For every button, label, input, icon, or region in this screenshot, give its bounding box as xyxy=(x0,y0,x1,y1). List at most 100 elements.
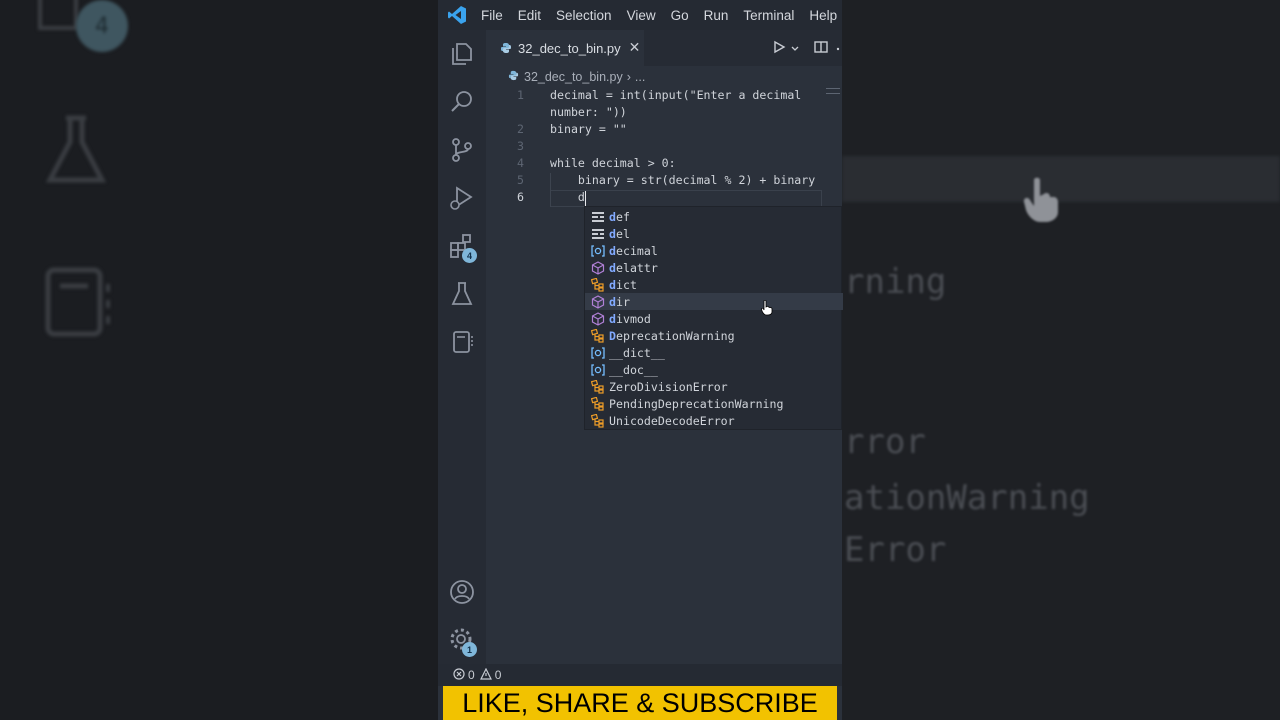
source-control-icon[interactable] xyxy=(448,136,476,164)
suggestion-rest: ivmod xyxy=(615,311,651,326)
notebook-icon[interactable] xyxy=(448,328,476,356)
suggestion-match: d xyxy=(609,226,616,241)
variable-kind-icon xyxy=(590,346,606,360)
suggestion-item[interactable]: decimal xyxy=(585,242,843,259)
class-kind-icon xyxy=(590,277,606,292)
error-icon[interactable] xyxy=(453,667,465,683)
error-count[interactable]: 0 xyxy=(468,668,475,682)
class-kind-icon xyxy=(590,328,606,343)
background-right: rning rror ationWarning Error xyxy=(842,0,1280,720)
python-file-icon xyxy=(500,39,512,58)
code-line-1b: number: ")) xyxy=(550,105,627,119)
suggestion-item[interactable]: ZeroDivisionError xyxy=(585,378,843,395)
mouse-hand-cursor-icon xyxy=(761,299,773,320)
suggestion-label: delattr xyxy=(609,261,658,275)
warning-icon[interactable] xyxy=(479,667,492,683)
suggestion-rest: el xyxy=(615,226,630,241)
variable-kind-icon xyxy=(590,363,606,377)
menu-go[interactable]: Go xyxy=(671,8,689,23)
suggestion-label: ZeroDivisionError xyxy=(609,380,728,394)
suggestion-rest: ir xyxy=(615,294,630,309)
suggestion-item[interactable]: PendingDeprecationWarning xyxy=(585,395,843,412)
suggestion-label: dir xyxy=(609,295,630,309)
suggestion-match: d xyxy=(609,277,616,292)
settings-gear-icon[interactable]: 1 xyxy=(448,626,477,657)
extensions-badge: 4 xyxy=(462,248,477,263)
suggestion-item[interactable]: __dict__ xyxy=(585,344,843,361)
suggestion-label: def xyxy=(609,210,630,224)
explorer-icon[interactable] xyxy=(448,40,476,68)
tab-filename: 32_dec_to_bin.py xyxy=(518,40,621,56)
tab-close-icon[interactable]: ✕ xyxy=(629,40,641,56)
background-left: 4 xyxy=(0,0,438,720)
menu-edit[interactable]: Edit xyxy=(518,8,541,23)
menu-run[interactable]: Run xyxy=(704,8,729,23)
suggestion-item[interactable]: del xyxy=(585,225,843,242)
bg-text-3: ationWarning xyxy=(844,478,1090,518)
bg-text-4: Error xyxy=(844,530,947,570)
warning-count[interactable]: 0 xyxy=(495,668,502,682)
menu-help[interactable]: Help xyxy=(809,8,837,23)
settings-badge: 1 xyxy=(462,642,477,657)
suggestion-item[interactable]: UnicodeDecodeError xyxy=(585,412,843,429)
menu-file[interactable]: File xyxy=(481,8,503,23)
keyword-kind-icon xyxy=(590,227,606,241)
suggestion-item[interactable]: def xyxy=(585,208,843,225)
account-icon[interactable] xyxy=(448,578,476,606)
extensions-icon[interactable]: 4 xyxy=(448,232,477,263)
suggestion-match: d xyxy=(609,311,616,326)
bg-hand-cursor-icon xyxy=(1022,176,1062,228)
suggestion-item[interactable]: __doc__ xyxy=(585,361,843,378)
split-editor-icon[interactable] xyxy=(814,39,828,58)
function-kind-icon xyxy=(590,260,606,275)
menu-bar: File Edit Selection View Go Run Terminal… xyxy=(481,8,842,23)
menu-view[interactable]: View xyxy=(627,8,656,23)
suggestion-rest: ecimal xyxy=(615,243,658,258)
tab-active-file[interactable]: 32_dec_to_bin.py ✕ xyxy=(486,30,644,66)
breadcrumb: 32_dec_to_bin.py › ... xyxy=(508,68,645,86)
bg-beaker-icon xyxy=(44,114,108,192)
suggestion-label: UnicodeDecodeError xyxy=(609,414,735,428)
code-line-4: while decimal > 0: xyxy=(550,156,676,170)
activity-bar: 4 1 xyxy=(438,30,486,664)
bg-notebook-icon xyxy=(44,266,114,344)
run-debug-icon[interactable] xyxy=(448,184,476,212)
suggestion-rest: ZeroDivisionError xyxy=(609,379,728,394)
search-icon[interactable] xyxy=(448,88,476,116)
breadcrumb-separator: › xyxy=(626,70,631,84)
run-file-play-icon[interactable] xyxy=(772,39,786,58)
more-actions-icon[interactable] xyxy=(836,39,842,58)
class-kind-icon xyxy=(590,379,606,394)
suggestion-rest: ef xyxy=(615,209,630,224)
menu-terminal[interactable]: Terminal xyxy=(743,8,794,23)
menu-selection[interactable]: Selection xyxy=(556,8,612,23)
function-kind-icon xyxy=(590,294,606,309)
code-text: number: ")) xyxy=(550,105,627,119)
run-dropdown-chevron-icon[interactable] xyxy=(790,39,800,58)
suggestion-rest: __doc__ xyxy=(609,362,658,377)
suggestion-item[interactable]: dir xyxy=(585,293,843,310)
suggestion-item[interactable]: DeprecationWarning xyxy=(585,327,843,344)
line-number: 1 xyxy=(517,88,524,102)
suggestion-label: __doc__ xyxy=(609,363,658,377)
suggestion-rest: UnicodeDecodeError xyxy=(609,413,735,428)
tab-bar: 32_dec_to_bin.py ✕ xyxy=(486,30,842,66)
line-number: 4 xyxy=(517,156,524,170)
suggestion-label: DeprecationWarning xyxy=(609,329,735,343)
suggestion-item[interactable]: divmod xyxy=(585,310,843,327)
breadcrumb-more[interactable]: ... xyxy=(635,70,645,84)
code-text: decimal = int(input("Enter a decimal xyxy=(550,88,802,102)
variable-kind-icon xyxy=(590,244,606,258)
code-line-1a: decimal = int(input("Enter a decimal xyxy=(550,88,801,102)
breadcrumb-file[interactable]: 32_dec_to_bin.py xyxy=(524,70,623,84)
line-number: 2 xyxy=(517,122,524,136)
suggestion-item[interactable]: delattr xyxy=(585,259,843,276)
suggestion-label: decimal xyxy=(609,244,658,258)
bg-text-1: rning xyxy=(844,262,947,302)
bg-text-2: rror xyxy=(844,422,926,462)
line-number-current: 6 xyxy=(517,190,524,204)
subscribe-banner: LIKE, SHARE & SUBSCRIBE xyxy=(443,686,837,720)
testing-flask-icon[interactable] xyxy=(448,280,476,308)
code-line-6: d xyxy=(550,190,585,204)
suggestion-item[interactable]: dict xyxy=(585,276,843,293)
